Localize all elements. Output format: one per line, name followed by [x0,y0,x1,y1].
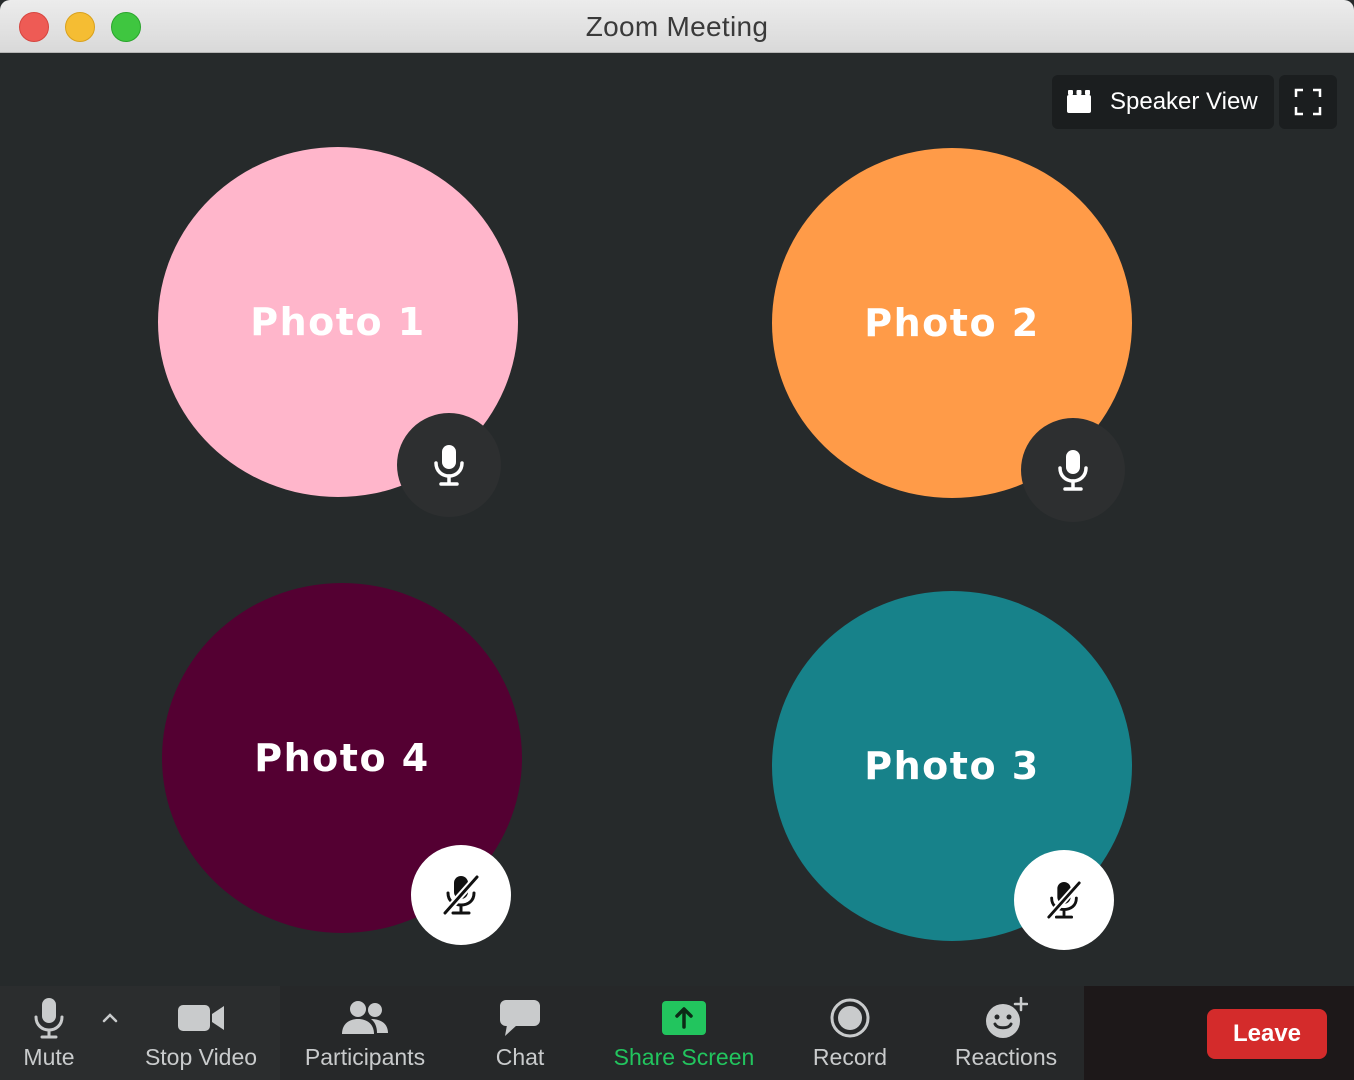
participant-name: Photo 2 [864,301,1040,345]
reactions-label: Reactions [954,1044,1058,1070]
leave-meeting-button[interactable]: Leave [1207,1009,1327,1059]
participant-name: Photo 4 [254,736,430,780]
view-mode-label: Speaker View [1110,88,1258,115]
reactions-button[interactable]: Reactions [944,986,1068,1080]
chat-button[interactable]: Chat [480,986,560,1080]
chat-label: Chat [495,1044,545,1070]
mute-label: Mute [23,1044,75,1070]
participant-name: Photo 3 [864,744,1040,788]
meeting-toolbar: Mute Stop Video Participants Chat Share … [0,986,1354,1080]
participants-icon [342,1001,388,1034]
share-screen-button[interactable]: Share Screen [608,986,760,1080]
share-screen-label: Share Screen [613,1044,755,1070]
microphone-muted-icon [1045,879,1083,921]
title-bar: Zoom Meeting [0,0,1354,53]
mute-button[interactable]: Mute [10,986,88,1080]
video-camera-icon [178,1005,224,1031]
microphone-icon [434,445,464,486]
window-title: Zoom Meeting [585,11,769,42]
record-icon [830,998,870,1038]
grid-view-icon [1067,90,1091,113]
participant-4-mic-badge [411,845,511,945]
chat-bubble-icon [500,1000,540,1036]
stop-video-button[interactable]: Stop Video [136,986,266,1080]
participant-2-mic-badge [1021,418,1125,522]
fullscreen-icon [1294,88,1322,116]
microphone-icon [34,998,64,1039]
share-screen-icon [662,1001,706,1035]
stop-video-label: Stop Video [144,1044,258,1070]
emoji-add-icon [986,997,1028,1038]
microphone-icon [1058,450,1088,491]
participant-1-mic-badge [397,413,501,517]
record-label: Record [812,1044,888,1070]
participant-name: Photo 1 [250,300,426,344]
participants-label: Participants [304,1044,426,1070]
record-button[interactable]: Record [800,986,900,1080]
fullscreen-button[interactable] [1279,75,1337,129]
participant-3-mic-badge [1014,850,1114,950]
speaker-view-button[interactable]: Speaker View [1052,75,1274,129]
participants-button[interactable]: Participants [296,986,434,1080]
microphone-muted-icon [441,873,481,917]
audio-options-chevron-up-icon[interactable] [98,1006,122,1030]
